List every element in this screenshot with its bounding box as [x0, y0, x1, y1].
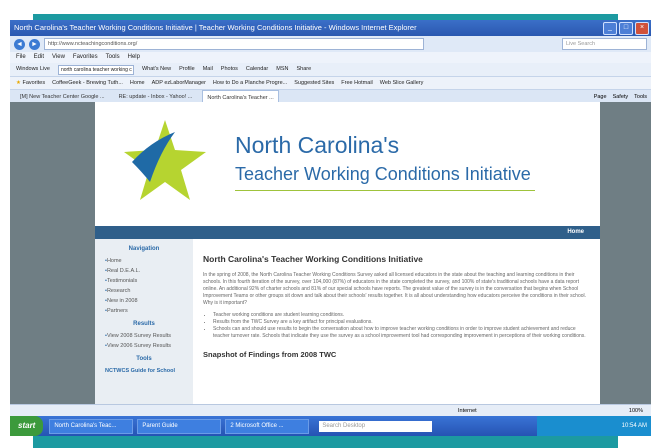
- favorite-link[interactable]: How to Do a Planche Progre...: [213, 77, 287, 89]
- toolbar-msn[interactable]: MSN: [276, 63, 288, 76]
- toolbar-profile[interactable]: Profile: [179, 63, 195, 76]
- close-icon[interactable]: ×: [635, 22, 649, 35]
- windows-live-search-input[interactable]: north carolina teacher working c: [57, 65, 134, 75]
- address-bar-row: ◄ ► http://www.ncteachingconditions.org/…: [10, 36, 651, 52]
- site-title-line1: North Carolina's: [235, 132, 400, 158]
- star-icon: ★: [16, 80, 21, 86]
- nav-link-testimonials[interactable]: Testimonials: [95, 278, 193, 284]
- forward-icon[interactable]: ►: [29, 38, 40, 50]
- nav-link-partners[interactable]: Partners: [95, 308, 193, 314]
- results-link-2008[interactable]: View 2008 Survey Results: [95, 333, 193, 339]
- search-input[interactable]: Live Search: [562, 38, 647, 50]
- nav-link-new-2008[interactable]: New in 2008: [95, 298, 193, 304]
- main-content: North Carolina's Teacher Working Conditi…: [203, 239, 593, 404]
- toolbar-whats-new[interactable]: What's New: [142, 63, 171, 76]
- taskbar-item[interactable]: Parent Guide: [137, 418, 222, 434]
- nav-link-research[interactable]: Research: [95, 288, 193, 294]
- site-title-line2: Teacher Working Conditions Initiative: [235, 164, 531, 184]
- favorite-link[interactable]: ADP ezLaborManager: [152, 77, 206, 89]
- favorite-link[interactable]: Suggested Sites: [294, 77, 334, 89]
- browser-window: North Carolina's Teacher Working Conditi…: [10, 20, 651, 436]
- taskbar-item[interactable]: North Carolina's Teac...: [49, 418, 134, 434]
- system-tray: 10:54 AM: [537, 416, 651, 436]
- toolbar-mail[interactable]: Mail: [203, 63, 213, 76]
- favorites-label: Favorites: [22, 80, 46, 86]
- navigation-heading: Navigation: [128, 246, 160, 252]
- page-heading: North Carolina's Teacher Working Conditi…: [203, 254, 423, 264]
- bullet-list: Teacher working conditions are student l…: [203, 312, 593, 340]
- nav-link-real-deal[interactable]: Real D.E.A.L.: [95, 268, 193, 274]
- toolbar-calendar[interactable]: Calendar: [246, 63, 268, 76]
- page-viewport: North Carolina's Teacher Working Conditi…: [10, 102, 651, 404]
- list-item: Schools can and should use results to be…: [213, 326, 593, 340]
- favorite-link[interactable]: CoffeeGeek - Brewing Tuth...: [52, 77, 123, 89]
- title-divider: [235, 190, 535, 191]
- site-sidebar: Navigation Home Real D.E.A.L. Testimonia…: [95, 239, 193, 404]
- tools-link-guide[interactable]: NCTWCS Guide for School: [95, 368, 193, 374]
- results-link-2006[interactable]: View 2006 Survey Results: [95, 343, 193, 349]
- site-header: North Carolina's Teacher Working Conditi…: [95, 102, 600, 226]
- menu-view[interactable]: View: [52, 52, 65, 63]
- maximize-icon[interactable]: □: [619, 22, 633, 35]
- home-link[interactable]: Home: [567, 227, 584, 238]
- menu-file[interactable]: File: [16, 52, 26, 63]
- favorite-link[interactable]: Home: [130, 77, 145, 89]
- window-title: North Carolina's Teacher Working Conditi…: [14, 23, 417, 32]
- menu-bar: File Edit View Favorites Tools Help: [10, 52, 651, 63]
- site-page: North Carolina's Teacher Working Conditi…: [95, 102, 600, 404]
- favorites-button[interactable]: ★ Favorites: [16, 77, 45, 89]
- taskbar-item[interactable]: 2 Microsoft Office ...: [225, 418, 310, 434]
- minimize-icon[interactable]: _: [603, 22, 617, 35]
- findings-heading: Snapshot of Findings from 2008 TWC: [203, 350, 337, 359]
- window-titlebar: North Carolina's Teacher Working Conditi…: [10, 20, 651, 36]
- menu-help[interactable]: Help: [128, 52, 140, 63]
- favorites-bar: ★ Favorites CoffeeGeek - Brewing Tuth...…: [10, 77, 651, 90]
- favorite-link[interactable]: Web Slice Gallery: [380, 77, 424, 89]
- menu-edit[interactable]: Edit: [34, 52, 44, 63]
- nav-link-home[interactable]: Home: [95, 258, 193, 264]
- intro-paragraph: In the spring of 2008, the North Carolin…: [203, 272, 587, 306]
- list-item: Teacher working conditions are student l…: [213, 312, 593, 319]
- list-item: Results from the TWC Survey are a key ar…: [213, 319, 593, 326]
- windows-live-label[interactable]: Windows Live: [16, 63, 50, 76]
- menu-favorites[interactable]: Favorites: [73, 52, 98, 63]
- toolbar-share[interactable]: Share: [296, 63, 311, 76]
- tools-heading: Tools: [136, 356, 152, 362]
- address-input[interactable]: http://www.ncteachingconditions.org/: [44, 38, 424, 50]
- start-button[interactable]: start: [10, 416, 44, 436]
- clock: 10:54 AM: [621, 423, 647, 429]
- window-controls: _ □ ×: [603, 22, 649, 35]
- site-nav-bar: Home: [95, 226, 600, 239]
- star-logo-icon: [124, 120, 206, 200]
- menu-tools[interactable]: Tools: [106, 52, 120, 63]
- windows-taskbar: start North Carolina's Teac... Parent Gu…: [10, 416, 651, 436]
- favorite-link[interactable]: Free Hotmail: [341, 77, 372, 89]
- desktop-search-input[interactable]: Search Desktop: [319, 420, 433, 432]
- results-heading: Results: [133, 321, 155, 327]
- windows-live-toolbar: Windows Live north carolina teacher work…: [10, 63, 651, 77]
- back-icon[interactable]: ◄: [14, 38, 25, 50]
- toolbar-photos[interactable]: Photos: [221, 63, 238, 76]
